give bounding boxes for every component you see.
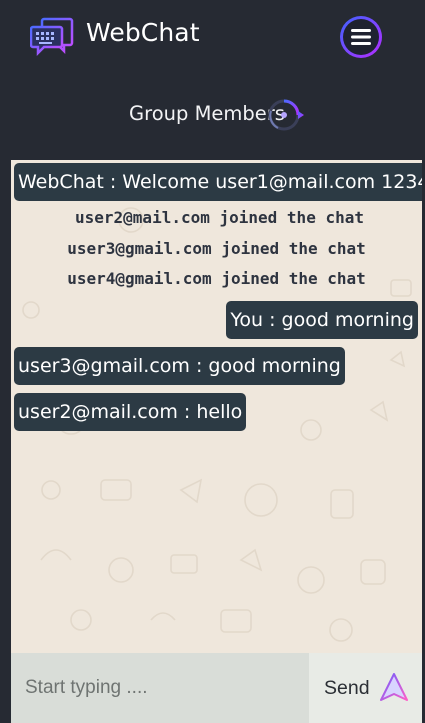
system-join-message: user3@gmail.com joined the chat <box>67 239 366 258</box>
chat-bubbles-logo-icon[interactable] <box>30 17 74 59</box>
send-button[interactable]: Send <box>309 653 422 723</box>
send-button-label: Send <box>324 676 370 699</box>
composer-bar: Send <box>11 653 422 723</box>
app-title[interactable]: WebChat <box>86 18 200 47</box>
chat-message-bubble: WebChat : Welcome user1@mail.com 1234 <box>14 163 422 201</box>
system-join-message: user4@gmail.com joined the chat <box>67 269 366 288</box>
menu-button[interactable] <box>340 16 382 58</box>
chat-message-bubble-own: You : good morning <box>226 301 418 339</box>
group-members-label[interactable]: Group Members <box>129 102 285 125</box>
system-join-message: user2@mail.com joined the chat <box>75 208 364 227</box>
message-input[interactable] <box>11 653 309 723</box>
hamburger-menu-icon <box>343 19 379 55</box>
chat-message-bubble: user3@gmail.com : good morning <box>14 347 345 385</box>
chat-area[interactable]: WebChat : Welcome user1@mail.com 1234 us… <box>11 160 422 653</box>
members-bar: Group Members <box>0 72 425 160</box>
paper-plane-icon <box>379 673 408 701</box>
chat-message-bubble: user2@mail.com : hello <box>14 393 247 431</box>
members-target-icon[interactable] <box>268 97 304 133</box>
navbar: WebChat <box>0 0 425 72</box>
